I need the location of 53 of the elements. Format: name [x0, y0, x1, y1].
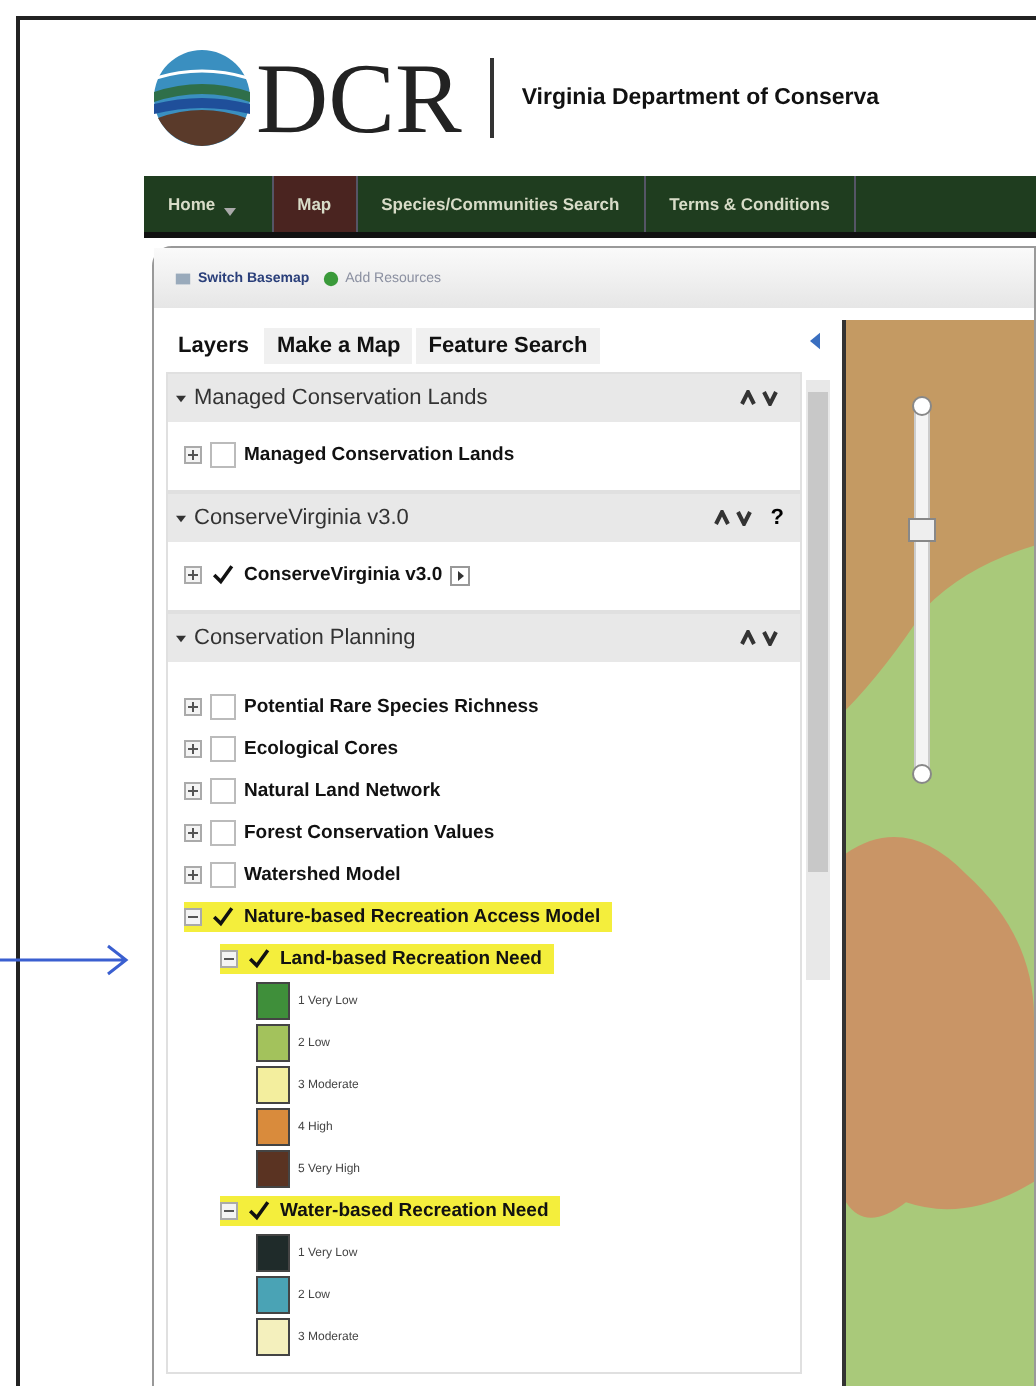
group-title: ConserveVirginia v3.0	[194, 506, 411, 530]
layer-checkbox[interactable]	[210, 778, 236, 804]
add-icon	[321, 269, 340, 287]
panel-tab[interactable]: Make a Map	[264, 328, 413, 364]
layer-label: Natural Land Network	[244, 780, 441, 802]
layer-checkbox[interactable]	[210, 736, 236, 762]
organization-name: Virginia Department of Conserva	[521, 86, 880, 110]
caret-icon	[223, 208, 236, 216]
expand-toggle-icon[interactable]	[220, 1202, 238, 1220]
expand-triangle-icon	[176, 633, 186, 643]
help-link[interactable]: ?	[770, 506, 784, 530]
annotation-arrow	[0, 940, 132, 980]
layer-checkbox[interactable]	[210, 694, 236, 720]
expand-toggle-icon[interactable]	[220, 950, 238, 968]
group-title: Managed Conservation Lands	[194, 386, 490, 410]
expand-triangle-icon	[176, 393, 186, 403]
panel-tab[interactable]: Feature Search	[416, 328, 600, 364]
expand-toggle-icon[interactable]	[184, 446, 202, 464]
layer-label: Water-based Recreation Need	[280, 1200, 549, 1222]
expand-toggle-icon[interactable]	[184, 740, 202, 758]
logo-emblem-icon	[152, 48, 252, 148]
layer-label: Nature-based Recreation Access Model	[244, 906, 601, 928]
layer-label: Ecological Cores	[244, 738, 399, 760]
layer-checkbox[interactable]	[210, 820, 236, 846]
layer-label: Watershed Model	[244, 864, 401, 886]
map-icon	[174, 269, 192, 287]
expand-toggle-icon[interactable]	[184, 782, 202, 800]
layer-label: Potential Rare Species Richness	[244, 696, 539, 718]
layer-checkbox[interactable]	[246, 1198, 272, 1224]
group-header[interactable]: ConserveVirginia v3.0 ?	[168, 494, 800, 542]
group-header[interactable]: Managed Conservation Lands	[168, 374, 800, 422]
expand-toggle-icon[interactable]	[184, 566, 202, 584]
expand-toggle-icon[interactable]	[184, 824, 202, 842]
layer-label: Managed Conservation Lands	[244, 444, 515, 466]
layer-label: Forest Conservation Values	[244, 822, 495, 844]
logo-text: DCR	[256, 48, 462, 148]
layer-checkbox[interactable]	[210, 562, 236, 588]
scrollbar[interactable]	[806, 380, 830, 980]
expand-toggle-icon[interactable]	[184, 698, 202, 716]
zoom-slider-thumb[interactable]	[908, 517, 936, 542]
group-title: Conservation Planning	[194, 626, 418, 650]
layer-checkbox[interactable]	[210, 442, 236, 468]
layer-checkbox[interactable]	[210, 904, 236, 930]
group-header[interactable]: Conservation Planning	[168, 614, 800, 662]
layer-checkbox[interactable]	[246, 946, 272, 972]
layer-label: ConserveVirginia v3.0	[244, 564, 443, 586]
expand-toggle-icon[interactable]	[184, 908, 202, 926]
expand-toggle-icon[interactable]	[184, 866, 202, 884]
expand-triangle-icon	[176, 513, 186, 523]
layer-checkbox[interactable]	[210, 862, 236, 888]
nav-tab[interactable]: Map	[273, 176, 358, 232]
collapse-arrow-icon[interactable]	[810, 332, 820, 350]
layer-label: Land-based Recreation Need	[280, 948, 542, 970]
